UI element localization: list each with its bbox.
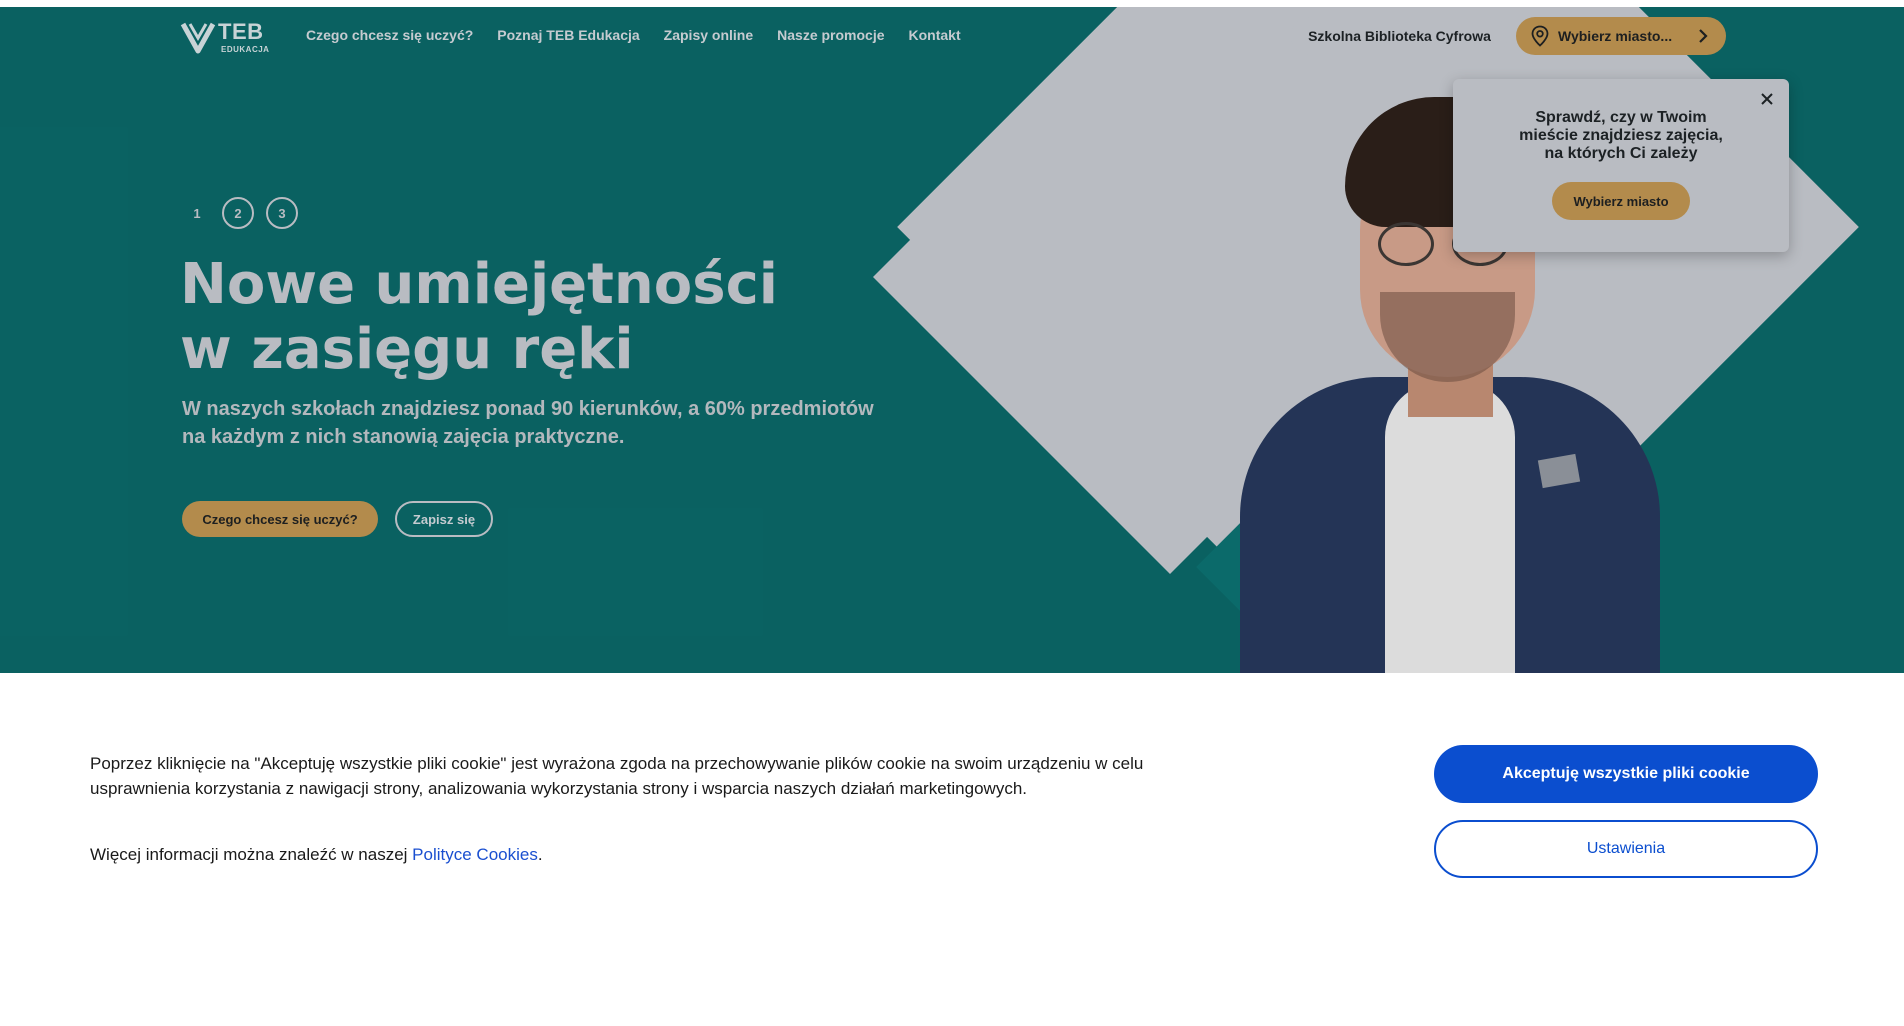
hero-title-line1: Nowe umiejętności [180, 252, 778, 317]
nav-about[interactable]: Poznaj TEB Edukacja [497, 25, 639, 45]
logo-text: TEB [218, 19, 264, 44]
city-popup: Sprawdź, czy w Twoim mieście znajdziesz … [1453, 79, 1789, 252]
person-beard [1380, 292, 1515, 382]
city-popup-line3: na których Ci zależy [1544, 145, 1698, 162]
cookie-more-info: Więcej informacji można znaleźć w naszej… [90, 842, 543, 867]
accept-all-cookies-button[interactable]: Akceptuję wszystkie pliki cookie [1434, 745, 1818, 803]
hero-subtitle-line2: na każdym z nich stanowią zajęcia prakty… [182, 426, 625, 448]
digital-library-label: Szkolna Biblioteka Cyfrowa [1308, 28, 1491, 44]
cookie-settings-button[interactable]: Ustawienia [1434, 820, 1818, 878]
person-shirt [1385, 382, 1515, 673]
close-icon[interactable] [1759, 91, 1775, 107]
person-glasses-left [1378, 222, 1434, 266]
city-select-label: Wybierz miasto... [1558, 28, 1673, 44]
top-strip [0, 0, 1904, 7]
what-to-learn-button[interactable]: Czego chcesz się uczyć? [182, 501, 378, 537]
hero-subtitle: W naszych szkołach znajdziesz ponad 90 k… [182, 395, 902, 451]
cookie-consent-text: Poprzez kliknięcie na "Akceptuję wszystk… [90, 754, 1144, 798]
nav-learn[interactable]: Czego chcesz się uczyć? [306, 25, 473, 45]
logo-subtext: EDUKACJA [221, 45, 270, 54]
cookie-more-prefix: Więcej informacji można znaleźć w naszej [90, 845, 413, 864]
cookie-banner: Poprzez kliknięcie na "Akceptuję wszystk… [0, 673, 1904, 1026]
chevron-right-icon [1699, 29, 1708, 43]
hero-title: Nowe umiejętności w zasięgu ręki [180, 252, 900, 382]
main-nav: Czego chcesz się uczyć? Poznaj TEB Eduka… [306, 25, 985, 45]
teb-logo-icon [180, 22, 216, 54]
hero-title-line2: w zasięgu ręki [180, 317, 634, 382]
digital-library-button[interactable]: Szkolna Biblioteka Cyfrowa [1291, 17, 1508, 55]
hero-section: TEB EDUKACJA Czego chcesz się uczyć? Poz… [0, 7, 1904, 673]
teb-logo[interactable]: TEB EDUKACJA [180, 19, 272, 59]
slide-indicator-1[interactable]: 1 [186, 206, 208, 221]
city-popup-text: Sprawdź, czy w Twoim mieście znajdziesz … [1483, 109, 1759, 163]
city-select-button[interactable]: Wybierz miasto... [1516, 17, 1726, 55]
city-popup-select-button[interactable]: Wybierz miasto [1552, 182, 1690, 220]
slider-pagination: 1 2 3 [186, 197, 310, 229]
map-pin-icon [1531, 25, 1549, 47]
hero-subtitle-line1: W naszych szkołach znajdziesz ponad 90 k… [182, 398, 874, 420]
city-popup-line2: mieście znajdziesz zajęcia, [1519, 127, 1723, 144]
nav-promotions[interactable]: Nasze promocje [777, 25, 884, 45]
slide-indicator-3[interactable]: 3 [266, 197, 298, 229]
signup-button[interactable]: Zapisz się [395, 501, 493, 537]
nav-enroll[interactable]: Zapisy online [664, 25, 753, 45]
nav-contact[interactable]: Kontakt [909, 25, 961, 45]
cookie-policy-link[interactable]: Polityce Cookies [412, 845, 538, 864]
city-popup-line1: Sprawdź, czy w Twoim [1535, 109, 1707, 126]
cookie-more-suffix: . [537, 845, 543, 864]
slide-indicator-2[interactable]: 2 [222, 197, 254, 229]
